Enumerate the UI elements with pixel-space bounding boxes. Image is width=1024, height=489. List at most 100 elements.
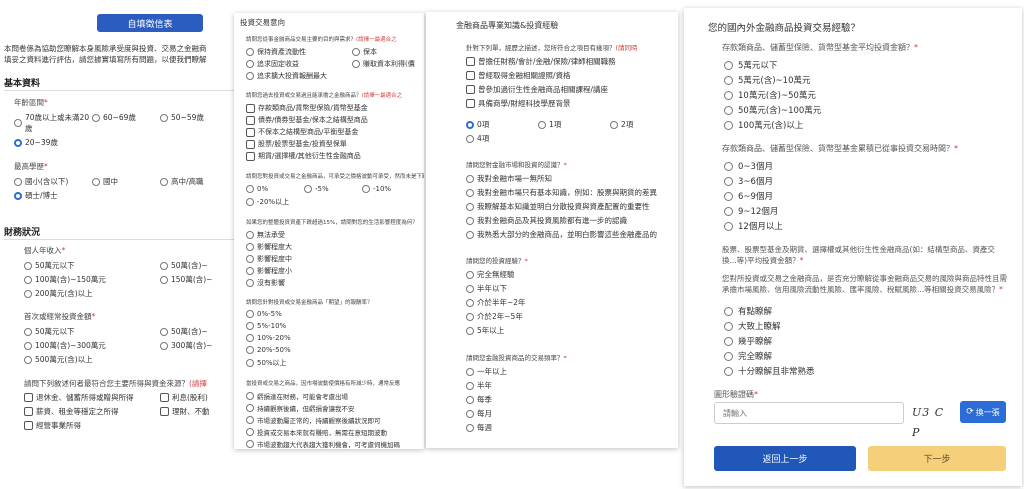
source-option-2[interactable]: 利息(股利) bbox=[160, 392, 208, 403]
k4-option-1[interactable]: 一年以上 bbox=[466, 366, 507, 377]
k2-option-3[interactable]: 我瞭解基本知識並明白分散投資與資產配置的重要性 bbox=[466, 201, 650, 212]
source-option-5[interactable]: 經營事業所得 bbox=[24, 420, 81, 431]
k3-option-2[interactable]: 半年以下 bbox=[466, 283, 507, 294]
exp4-option-5[interactable]: 十分瞭解且非常熟悉 bbox=[724, 365, 815, 377]
exp4-option-2[interactable]: 大致上瞭解 bbox=[724, 320, 781, 332]
k1-count-1[interactable]: 1項 bbox=[538, 119, 561, 130]
exp1-option-5[interactable]: 100萬元(含)以上 bbox=[724, 119, 803, 131]
first-option-2[interactable]: 50萬(含)~ bbox=[160, 326, 208, 337]
exp1-option-1[interactable]: 5萬元以下 bbox=[724, 59, 777, 71]
k4-option-5[interactable]: 每週 bbox=[466, 422, 492, 433]
k2-option-5[interactable]: 我熟悉大部分的金融商品，並明白影響這些金融產品的 bbox=[466, 229, 657, 240]
q6-option-5[interactable]: 市場波動趨大代表趨大獲利機會，可考慮伺機加碼 bbox=[246, 439, 400, 449]
checkbox-icon bbox=[246, 139, 255, 149]
exp2-option-1[interactable]: 0~3個月 bbox=[724, 160, 773, 172]
q1-option-5[interactable]: 追求擴大投資報酬最大 bbox=[246, 71, 327, 81]
q1-option-1[interactable]: 保持資產流動性 bbox=[246, 47, 306, 57]
q5-option-5[interactable]: 50%以上 bbox=[246, 358, 287, 368]
exp4-option-1[interactable]: 有點瞭解 bbox=[724, 305, 772, 317]
q6-option-3[interactable]: 市場波動屬正常的，持續觀察後續狀況即可 bbox=[246, 415, 381, 425]
source-option-4[interactable]: 理財、不動 bbox=[160, 406, 210, 417]
q2-option-5[interactable]: 期貨/選擇權/其他衍生性金融商品 bbox=[246, 151, 361, 161]
k2-option-1[interactable]: 我對金融市場一無所知 bbox=[466, 173, 552, 184]
exp1-option-3[interactable]: 10萬元(含)~50萬元 bbox=[724, 89, 816, 101]
exp2-option-3[interactable]: 6~9個月 bbox=[724, 190, 773, 202]
q4-option-2[interactable]: 影響程度大 bbox=[246, 242, 292, 252]
q1-option-2[interactable]: 保本 bbox=[352, 47, 377, 57]
age-option-50-59[interactable]: 50~59歲 bbox=[160, 112, 204, 123]
first-option-4[interactable]: 300萬(含)~ bbox=[160, 340, 212, 351]
q4-option-3[interactable]: 影響程度中 bbox=[246, 254, 292, 264]
q3-option-4[interactable]: -20%以上 bbox=[246, 197, 289, 207]
edu-option-senior-high[interactable]: 高中/高職 bbox=[160, 176, 204, 187]
income-option-4[interactable]: 150萬(含)~ bbox=[160, 274, 212, 285]
k3-option-5[interactable]: 5年以上 bbox=[466, 325, 504, 336]
income-option-3[interactable]: 100萬(含)~150萬元 bbox=[24, 274, 106, 285]
k3-option-1[interactable]: 完全無經驗 bbox=[466, 269, 515, 280]
q6-option-4[interactable]: 投資或交易本來就有賺賠，無需在意短期波動 bbox=[246, 427, 387, 437]
q6-option-1[interactable]: 虧損達在財務，可能會考慮出場 bbox=[246, 391, 348, 401]
q4-option-5[interactable]: 沒有影響 bbox=[246, 278, 285, 288]
q2-option-3[interactable]: 不保本之結構型商品/平衡型基金 bbox=[246, 127, 358, 137]
k4-option-2[interactable]: 半年 bbox=[466, 380, 492, 391]
q6-option-2[interactable]: 持續觀察後續，但虧損會讓我不安 bbox=[246, 403, 355, 413]
q4-option-4[interactable]: 影響程度小 bbox=[246, 266, 292, 276]
k4-option-3[interactable]: 每季 bbox=[466, 394, 492, 405]
income-option-5[interactable]: 200萬元(含)以上 bbox=[24, 288, 93, 299]
first-option-5[interactable]: 500萬元(含)以上 bbox=[24, 354, 93, 365]
k1-count-0[interactable]: 0項 bbox=[466, 119, 489, 130]
captcha-input[interactable] bbox=[714, 402, 904, 424]
q3-option-3[interactable]: -10% bbox=[362, 185, 391, 193]
q2-option-1[interactable]: 存款類商品/貨幣型保險/貨幣型基金 bbox=[246, 103, 368, 113]
back-button[interactable]: 返回上一步 bbox=[714, 446, 856, 471]
q3-option-1[interactable]: 0% bbox=[246, 185, 268, 193]
income-option-1[interactable]: 50萬元以下 bbox=[24, 260, 75, 271]
source-option-1[interactable]: 退休金、儲蓄所得或贈與所得 bbox=[24, 392, 134, 403]
k4-option-4[interactable]: 每月 bbox=[466, 408, 492, 419]
k3-option-3[interactable]: 介於半年~2年 bbox=[466, 297, 526, 308]
q2-option-2[interactable]: 債券/債券型基金/保本之結構型商品 bbox=[246, 115, 368, 125]
exp4-option-4[interactable]: 完全瞭解 bbox=[724, 350, 772, 362]
income-option-2[interactable]: 50萬(含)~ bbox=[160, 260, 208, 271]
k1-option-3[interactable]: 曾參加過衍生性金融商品相關課程/講座 bbox=[466, 84, 608, 95]
self-fill-credit-form-button[interactable]: 自填徵信表 bbox=[97, 14, 203, 32]
age-option-20-39[interactable]: 20~39歲 bbox=[14, 137, 58, 148]
exp2-option-4[interactable]: 9~12個月 bbox=[724, 205, 778, 217]
k3-option-4[interactable]: 介於2年~5年 bbox=[466, 311, 523, 322]
exp1-option-4[interactable]: 50萬元(含)~100萬元 bbox=[724, 104, 821, 116]
exp2-option-2[interactable]: 3~6個月 bbox=[724, 175, 773, 187]
q1-option-3[interactable]: 追求固定收益 bbox=[246, 59, 299, 69]
k1-count-2[interactable]: 2項 bbox=[610, 119, 633, 130]
edu-option-junior-high[interactable]: 國中 bbox=[92, 176, 118, 187]
k1-count-4[interactable]: 4項 bbox=[466, 133, 489, 144]
source-option-3[interactable]: 薪資、租金等穩定之所得 bbox=[24, 406, 119, 417]
q1-option-4[interactable]: 賺取資本利得(價 bbox=[352, 59, 424, 69]
exp2-option-5[interactable]: 12個月以上 bbox=[724, 220, 783, 232]
radio-icon bbox=[466, 202, 474, 211]
q3-option-2[interactable]: -5% bbox=[304, 185, 329, 193]
age-option-60-69[interactable]: 60~69歲 bbox=[92, 112, 136, 123]
first-option-3[interactable]: 100萬(含)~300萬元 bbox=[24, 340, 106, 351]
next-button[interactable]: 下一步 bbox=[868, 446, 1006, 471]
first-option-1[interactable]: 50萬元以下 bbox=[24, 326, 75, 337]
k1-option-1[interactable]: 曾擔任財務/會計/金融/保險/律師相關職務 bbox=[466, 56, 616, 67]
edu-option-elementary[interactable]: 國小(含以下) bbox=[14, 176, 68, 187]
k2-option-2[interactable]: 我對金融市場只有基本知識，例如：股票與期貨的差異 bbox=[466, 187, 657, 198]
q2-option-4[interactable]: 股票/股票型基金/投資型保單 bbox=[246, 139, 347, 149]
q5-option-4[interactable]: 20%-50% bbox=[246, 346, 291, 354]
checkbox-icon bbox=[246, 127, 255, 137]
refresh-captcha-button[interactable]: ⟳ 換一張 bbox=[960, 401, 1006, 423]
checkbox-icon bbox=[24, 407, 33, 416]
age-option-70plus[interactable]: 70歲以上或未滿20歲 bbox=[14, 112, 90, 134]
exp4-option-3[interactable]: 幾乎瞭解 bbox=[724, 335, 772, 347]
q5-option-2[interactable]: 5%-10% bbox=[246, 322, 286, 330]
k2-option-4[interactable]: 我對金融商品及其投資風險都有進一步的認識 bbox=[466, 215, 627, 226]
k1-option-4[interactable]: 具備商學/財經科技學歷背景 bbox=[466, 98, 571, 109]
q5-option-3[interactable]: 10%-20% bbox=[246, 334, 291, 342]
exp1-option-2[interactable]: 5萬元(含)~10萬元 bbox=[724, 74, 810, 86]
k1-option-2[interactable]: 曾經取得金融相關證照/資格 bbox=[466, 70, 571, 81]
intro-text-2: 填妥之資料進行評估，請您據實填寫所有問題，以便我們瞭解 bbox=[4, 55, 207, 64]
q5-option-1[interactable]: 0%-5% bbox=[246, 310, 282, 318]
edu-option-master-phd[interactable]: 碩士/博士 bbox=[14, 190, 58, 201]
q4-option-1[interactable]: 無法承受 bbox=[246, 230, 285, 240]
